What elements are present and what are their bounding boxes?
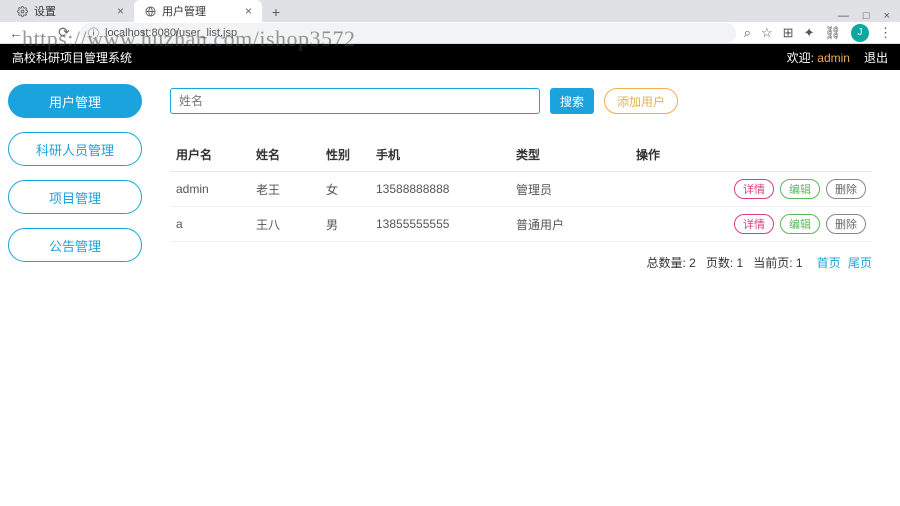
close-icon[interactable]: ×	[117, 4, 124, 18]
detail-button[interactable]: 详情	[734, 179, 774, 199]
table-row: a 王八 男 13855555555 普通用户 详情 编辑 删除	[170, 207, 872, 242]
kebab-icon[interactable]: ⋮	[879, 25, 892, 41]
sidebar: 用户管理 科研人员管理 项目管理 公告管理	[0, 70, 150, 506]
welcome-label: 欢迎:	[787, 51, 814, 65]
app-body: 用户管理 科研人员管理 项目管理 公告管理 搜索 添加用户 用户名 姓名 性别 …	[0, 70, 900, 506]
main-content: 搜索 添加用户 用户名 姓名 性别 手机 类型 操作 admin 老王 女	[150, 70, 900, 506]
maximize-icon[interactable]: □	[863, 10, 870, 22]
add-user-button[interactable]: 添加用户	[604, 88, 678, 114]
total-label: 总数量:	[646, 256, 685, 270]
col-type: 类型	[510, 138, 630, 172]
puzzle-icon[interactable]: ⛓	[824, 25, 841, 41]
gear-icon	[16, 5, 28, 17]
cell-type: 管理员	[510, 172, 630, 207]
forward-icon[interactable]: →	[32, 25, 48, 41]
browser-chrome: 设置 × 用户管理 × + — □ × ← → ⟳ ⓘ localhost:80…	[0, 0, 900, 44]
cell-gender: 女	[320, 172, 370, 207]
users-table: 用户名 姓名 性别 手机 类型 操作 admin 老王 女 1358888888…	[170, 138, 872, 242]
pagination: 总数量: 2 页数: 1 当前页: 1 首页 尾页	[170, 254, 872, 271]
edit-button[interactable]: 编辑	[780, 179, 820, 199]
back-icon[interactable]: ←	[8, 25, 24, 41]
star-icon[interactable]: ☆	[761, 25, 773, 41]
info-icon: ⓘ	[88, 25, 99, 41]
key-icon[interactable]: ⌕	[744, 25, 751, 41]
cell-name: 老王	[250, 172, 320, 207]
detail-button[interactable]: 详情	[734, 214, 774, 234]
cell-username: a	[170, 207, 250, 242]
current-label: 当前页:	[753, 256, 792, 270]
logout-link[interactable]: 退出	[864, 49, 888, 66]
tab-label: 用户管理	[162, 3, 206, 19]
app-header: 高校科研项目管理系统 欢迎: admin 退出	[0, 44, 900, 70]
col-username: 用户名	[170, 138, 250, 172]
delete-button[interactable]: 删除	[826, 214, 866, 234]
col-phone: 手机	[370, 138, 510, 172]
url-text: localhost:8080/user_list.jsp	[105, 27, 237, 39]
last-page-link[interactable]: 尾页	[848, 256, 872, 270]
globe-icon	[144, 5, 156, 17]
sidebar-item-label: 科研人员管理	[36, 140, 114, 159]
url-bar[interactable]: ⓘ localhost:8080/user_list.jsp	[80, 23, 736, 43]
app-title: 高校科研项目管理系统	[12, 49, 132, 66]
search-button[interactable]: 搜索	[550, 88, 594, 114]
minimize-icon[interactable]: —	[838, 10, 849, 22]
new-tab-button[interactable]: +	[266, 2, 286, 22]
cell-gender: 男	[320, 207, 370, 242]
avatar[interactable]: J	[851, 24, 869, 42]
toolbar-right: ⌕ ☆ ⊞ ✦ ⛓ J ⋮	[744, 24, 892, 42]
sidebar-item-label: 项目管理	[49, 188, 101, 207]
translate-icon[interactable]: ⊞	[783, 25, 794, 41]
edit-button[interactable]: 编辑	[780, 214, 820, 234]
table-row: admin 老王 女 13588888888 管理员 详情 编辑 删除	[170, 172, 872, 207]
cell-phone: 13588888888	[370, 172, 510, 207]
search-row: 搜索 添加用户	[170, 88, 872, 114]
cell-name: 王八	[250, 207, 320, 242]
tab-label: 设置	[34, 3, 56, 19]
tab-settings[interactable]: 设置 ×	[6, 0, 134, 22]
tab-bar: 设置 × 用户管理 × + — □ ×	[0, 0, 900, 22]
total-value: 2	[689, 256, 696, 270]
col-gender: 性别	[320, 138, 370, 172]
cell-phone: 13855555555	[370, 207, 510, 242]
sidebar-item-projects[interactable]: 项目管理	[8, 180, 142, 214]
sidebar-item-label: 公告管理	[49, 236, 101, 255]
window-controls: — □ ×	[838, 10, 900, 22]
close-icon[interactable]: ×	[245, 4, 252, 18]
col-name: 姓名	[250, 138, 320, 172]
sidebar-item-label: 用户管理	[49, 92, 101, 111]
table-header-row: 用户名 姓名 性别 手机 类型 操作	[170, 138, 872, 172]
search-input[interactable]	[170, 88, 540, 114]
sidebar-item-users[interactable]: 用户管理	[8, 84, 142, 118]
col-ops: 操作	[630, 138, 872, 172]
reload-icon[interactable]: ⟳	[56, 24, 72, 41]
address-bar-row: ← → ⟳ ⓘ localhost:8080/user_list.jsp ⌕ ☆…	[0, 22, 900, 44]
delete-button[interactable]: 删除	[826, 179, 866, 199]
pages-value: 1	[737, 256, 744, 270]
tab-users[interactable]: 用户管理 ×	[134, 0, 262, 22]
sidebar-item-notices[interactable]: 公告管理	[8, 228, 142, 262]
current-username: admin	[817, 51, 850, 65]
cell-type: 普通用户	[510, 207, 630, 242]
extensions-icon[interactable]: ✦	[804, 25, 815, 41]
close-window-icon[interactable]: ×	[884, 10, 890, 22]
current-value: 1	[796, 256, 803, 270]
first-page-link[interactable]: 首页	[817, 256, 841, 270]
sidebar-item-researchers[interactable]: 科研人员管理	[8, 132, 142, 166]
cell-username: admin	[170, 172, 250, 207]
pages-label: 页数:	[706, 256, 733, 270]
